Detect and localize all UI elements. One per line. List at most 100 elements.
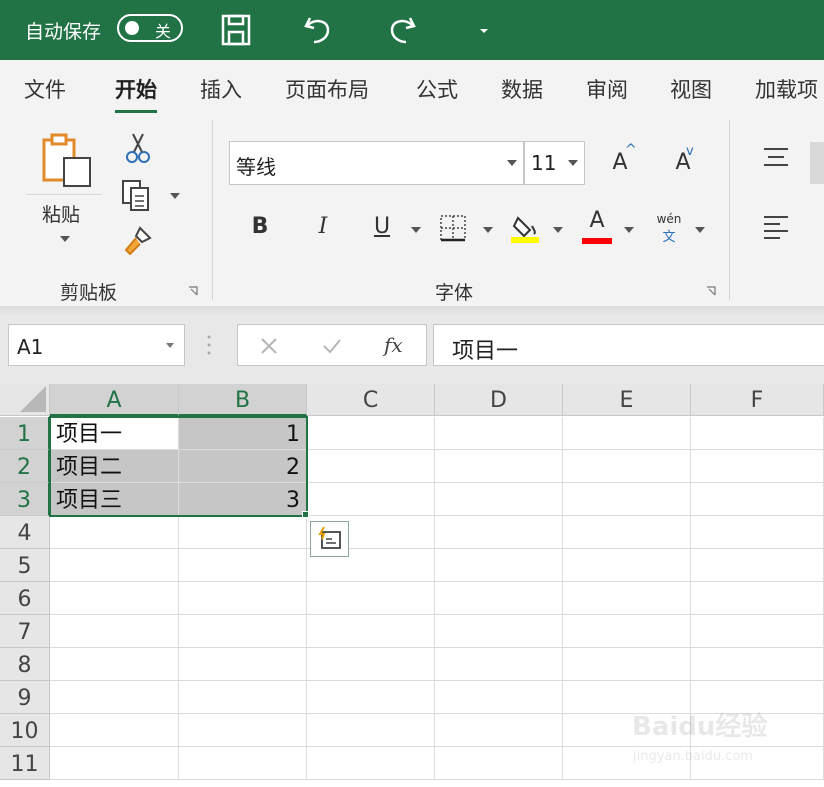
font-launcher-icon[interactable]	[706, 286, 716, 296]
row-header-3[interactable]: 3	[0, 483, 50, 516]
font-size-combo[interactable]: 11	[524, 141, 585, 185]
tab-home[interactable]: 开始	[115, 74, 157, 113]
borders-dropdown-arrow[interactable]	[483, 227, 493, 233]
undo-icon[interactable]	[300, 12, 336, 48]
cell-d8[interactable]	[435, 648, 563, 681]
decrease-font-size-button[interactable]: Av	[668, 144, 698, 175]
cell-b6[interactable]	[179, 582, 307, 615]
font-color-dropdown-arrow[interactable]	[624, 227, 634, 233]
copy-icon[interactable]	[120, 178, 152, 212]
cell-b3[interactable]: 3	[179, 483, 307, 516]
name-box-arrow[interactable]	[166, 343, 174, 348]
cell-a3[interactable]: 项目三	[50, 483, 179, 516]
borders-icon[interactable]	[439, 214, 467, 242]
cell-c2[interactable]	[307, 450, 435, 483]
top-align-icon[interactable]	[762, 146, 790, 168]
cell-b11[interactable]	[179, 747, 307, 780]
cell-b1[interactable]: 1	[179, 417, 307, 450]
tab-insert[interactable]: 插入	[200, 74, 242, 104]
cell-a2[interactable]: 项目二	[50, 450, 179, 483]
cell-d7[interactable]	[435, 615, 563, 648]
cell-d4[interactable]	[435, 516, 563, 549]
cell-e6[interactable]	[563, 582, 691, 615]
tab-view[interactable]: 视图	[670, 74, 712, 104]
customize-quick-access-icon[interactable]	[466, 12, 502, 48]
name-box[interactable]: A1	[8, 324, 185, 366]
row-header-1[interactable]: 1	[0, 417, 50, 450]
underline-button[interactable]: U	[367, 214, 397, 239]
cell-e8[interactable]	[563, 648, 691, 681]
formula-input[interactable]: 项目一	[433, 324, 824, 366]
quick-analysis-button[interactable]	[310, 521, 349, 557]
cell-d6[interactable]	[435, 582, 563, 615]
cell-b8[interactable]	[179, 648, 307, 681]
column-header-b[interactable]: B	[179, 384, 307, 416]
fill-handle[interactable]	[302, 511, 309, 518]
cell-b9[interactable]	[179, 681, 307, 714]
cell-b4[interactable]	[179, 516, 307, 549]
cell-c9[interactable]	[307, 681, 435, 714]
save-icon[interactable]	[218, 12, 254, 48]
cell-c6[interactable]	[307, 582, 435, 615]
cell-a1[interactable]: 项目一	[50, 417, 179, 450]
phonetic-dropdown-arrow[interactable]	[695, 227, 705, 233]
cell-e1[interactable]	[563, 417, 691, 450]
cell-f5[interactable]	[691, 549, 824, 582]
cell-f1[interactable]	[691, 417, 824, 450]
paste-dropdown-arrow[interactable]	[60, 236, 70, 242]
column-header-e[interactable]: E	[563, 384, 691, 416]
cell-d3[interactable]	[435, 483, 563, 516]
phonetic-guide-button[interactable]: wén 文	[652, 212, 686, 245]
cell-f3[interactable]	[691, 483, 824, 516]
cell-c11[interactable]	[307, 747, 435, 780]
select-all-button[interactable]	[0, 384, 50, 416]
format-painter-icon[interactable]	[122, 224, 154, 256]
cell-d5[interactable]	[435, 549, 563, 582]
paste-label[interactable]: 粘贴	[42, 200, 80, 227]
fill-color-dropdown-arrow[interactable]	[553, 227, 563, 233]
tab-formulas[interactable]: 公式	[416, 74, 458, 104]
cell-a9[interactable]	[50, 681, 179, 714]
row-header-10[interactable]: 10	[0, 714, 50, 747]
cancel-entry-icon[interactable]	[260, 337, 278, 355]
cell-c10[interactable]	[307, 714, 435, 747]
row-header-2[interactable]: 2	[0, 450, 50, 483]
font-size-arrow[interactable]	[568, 160, 578, 166]
underline-dropdown-arrow[interactable]	[411, 227, 421, 233]
paste-icon[interactable]	[38, 132, 94, 188]
cell-d11[interactable]	[435, 747, 563, 780]
cell-c7[interactable]	[307, 615, 435, 648]
row-header-9[interactable]: 9	[0, 681, 50, 714]
insert-function-icon[interactable]: fx	[384, 333, 403, 357]
row-header-8[interactable]: 8	[0, 648, 50, 681]
align-left-icon[interactable]	[762, 214, 790, 240]
cell-f6[interactable]	[691, 582, 824, 615]
increase-font-size-button[interactable]: A ^	[605, 142, 636, 175]
cell-f8[interactable]	[691, 648, 824, 681]
column-header-f[interactable]: F	[691, 384, 824, 416]
column-header-c[interactable]: C	[307, 384, 435, 416]
cell-f2[interactable]	[691, 450, 824, 483]
font-name-arrow[interactable]	[507, 160, 517, 166]
cell-a11[interactable]	[50, 747, 179, 780]
italic-button[interactable]: I	[308, 214, 338, 239]
font-name-combo[interactable]: 等线	[229, 141, 524, 185]
row-header-5[interactable]: 5	[0, 549, 50, 582]
column-header-d[interactable]: D	[435, 384, 563, 416]
cell-e5[interactable]	[563, 549, 691, 582]
cell-c8[interactable]	[307, 648, 435, 681]
row-header-4[interactable]: 4	[0, 516, 50, 549]
cell-a4[interactable]	[50, 516, 179, 549]
tab-add-ins[interactable]: 加载项	[755, 74, 818, 104]
cell-e3[interactable]	[563, 483, 691, 516]
cell-e7[interactable]	[563, 615, 691, 648]
cell-a5[interactable]	[50, 549, 179, 582]
cell-a6[interactable]	[50, 582, 179, 615]
copy-dropdown-arrow[interactable]	[170, 193, 180, 199]
column-header-a[interactable]: A	[50, 384, 179, 416]
cell-e4[interactable]	[563, 516, 691, 549]
cell-d9[interactable]	[435, 681, 563, 714]
tab-data[interactable]: 数据	[501, 74, 543, 104]
redo-icon[interactable]	[384, 12, 420, 48]
tab-review[interactable]: 审阅	[586, 74, 628, 104]
